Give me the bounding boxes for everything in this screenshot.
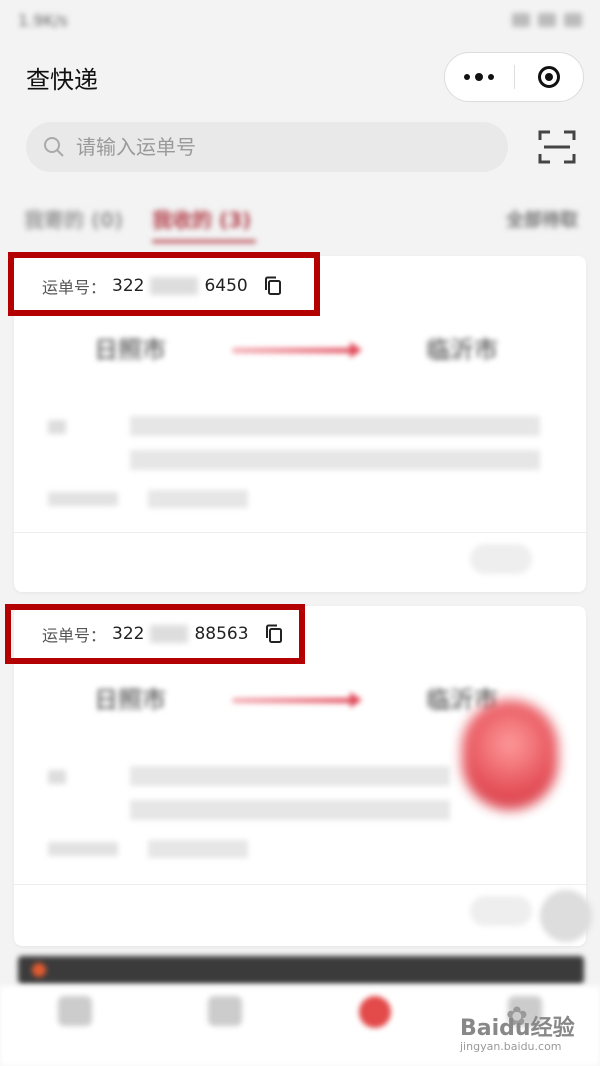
tracking-line-1	[130, 416, 540, 436]
header: 查快递	[0, 48, 600, 106]
info-label-box	[48, 770, 66, 784]
network-speed: 1.9K/s	[18, 10, 68, 30]
tracking-line-2	[130, 450, 540, 470]
tracking-line-1	[130, 766, 450, 786]
tab-bar: 我寄的 (0) 我收的 (3) 全部待取	[0, 196, 600, 246]
floating-small-button[interactable]	[540, 890, 592, 942]
time-label-box	[48, 842, 118, 856]
origin-city: 日照市	[94, 686, 166, 714]
time-label-box	[48, 492, 118, 506]
more-menu-button[interactable]	[445, 73, 514, 81]
page-title: 查快递	[26, 66, 98, 94]
route-arrow	[232, 342, 362, 358]
floating-gift-button[interactable]	[462, 700, 558, 810]
more-dot-icon	[475, 73, 484, 81]
time-value-box	[148, 490, 248, 508]
more-dot-icon	[488, 74, 495, 80]
watermark-url: jingyan.baidu.com	[460, 1040, 562, 1053]
notice-bar[interactable]	[18, 956, 584, 984]
scan-icon[interactable]	[538, 128, 576, 166]
status-bar: 1.9K/s	[0, 0, 600, 40]
more-dot-icon	[464, 74, 471, 80]
info-label-box	[48, 420, 66, 434]
target-close-icon	[537, 66, 560, 88]
route-summary: 日照市 临沂市	[14, 330, 586, 390]
tab-right-link[interactable]: 全部待取	[506, 206, 578, 232]
search-input[interactable]	[74, 134, 478, 160]
highlight-box-waybill-2	[5, 604, 305, 664]
notice-icon	[32, 963, 46, 977]
destination-city: 临沂市	[426, 336, 498, 364]
tab-active-indicator	[152, 240, 256, 243]
watermark-brand: Baidu经验	[460, 1016, 575, 1041]
tab-sent[interactable]: 我寄的 (0)	[24, 204, 123, 233]
status-icons	[512, 13, 582, 27]
route-arrow	[232, 692, 362, 708]
detail-button[interactable]	[470, 544, 532, 574]
baidu-watermark: ✿ Baidu经验 jingyan.baidu.com	[460, 1000, 600, 1066]
nav-item-3[interactable]	[325, 996, 425, 1028]
nav-icon	[58, 996, 92, 1026]
search-bar[interactable]	[26, 122, 508, 172]
tab-received[interactable]: 我收的 (3)	[152, 204, 251, 233]
mini-program-capsule	[444, 52, 584, 102]
origin-city: 日照市	[94, 336, 166, 364]
tracking-line-2	[130, 800, 450, 820]
nav-item-2[interactable]	[175, 996, 275, 1026]
time-value-box	[148, 840, 248, 858]
card-divider	[14, 884, 586, 885]
close-mini-program-button[interactable]	[515, 66, 584, 88]
nav-icon	[359, 996, 391, 1028]
search-icon	[44, 137, 64, 157]
nav-item-1[interactable]	[25, 996, 125, 1026]
detail-button[interactable]	[470, 896, 532, 926]
card-divider	[14, 532, 586, 533]
nav-icon	[208, 996, 242, 1026]
highlight-box-waybill-1	[8, 252, 320, 316]
